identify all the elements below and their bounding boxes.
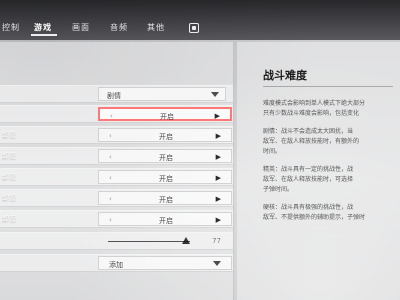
description-line: 硬核：战斗具有极强的挑战性，战	[263, 204, 354, 211]
description-line: 敌军、在敌人释放技能时，可选择	[263, 176, 354, 183]
setting-value: 开启	[159, 196, 173, 204]
tab-audio[interactable]: 音频	[110, 22, 128, 33]
setting-row: 卸管 ‹ 开启 ▶	[0, 126, 233, 144]
description-line: 敌军、在敌人释放技能时，有额外的	[263, 138, 360, 145]
difficulty-dropdown[interactable]: 剧情	[98, 87, 226, 101]
setting-label: 卸管	[2, 152, 16, 160]
tab-other[interactable]: 其他	[147, 22, 165, 33]
chevron-right-icon[interactable]: ▶	[216, 195, 221, 203]
setting-label: 卸管	[2, 215, 16, 223]
difficulty-dropdown-row: 剧情	[0, 85, 233, 103]
setting-toggle-selector[interactable]: ‹ 开启 ▶	[98, 191, 232, 205]
description-title: 战斗难度	[263, 69, 307, 82]
setting-label: 卸管	[2, 131, 16, 139]
chevron-down-icon	[211, 92, 219, 97]
setting-value: 开启	[159, 217, 173, 225]
setting-row: 卸管 ‹ 开启 ▶	[0, 189, 233, 207]
chevron-right-icon[interactable]: ▶	[216, 216, 221, 224]
setting-label: 卸管	[2, 194, 16, 202]
slider-thumb[interactable]	[181, 237, 190, 244]
settings-icon[interactable]	[189, 23, 199, 33]
description-line: 精英：战斗具有一定的挑战性，战	[263, 166, 354, 173]
setting-toggle-selector[interactable]: ‹ 开启 ▶	[98, 170, 232, 184]
difficulty-dropdown-value: 剧情	[107, 92, 121, 100]
setting-toggle-selector[interactable]: ‹ 开启 ▶	[98, 149, 232, 163]
slider-row: 77	[0, 232, 233, 250]
setting-toggle-selector[interactable]: ‹ 开启 ▶	[98, 107, 232, 121]
tab-graphics[interactable]: 画面	[72, 22, 90, 33]
setting-row: 卸管 ‹ 开启 ▶	[0, 147, 233, 165]
description-line: 难度模式会影响到单人模式下绝大部分	[263, 100, 366, 107]
setting-value: 开启	[159, 175, 173, 183]
description-line: 子弹时间。	[263, 186, 294, 193]
description-divider	[263, 86, 393, 87]
tab-game[interactable]: 游戏	[34, 22, 52, 33]
description-line: 剧情：战斗不会造成太大困扰，当	[263, 128, 354, 135]
final-dropdown-row: 添加	[0, 254, 233, 272]
settings-list-panel: 剧情 ‹ 开启 ▶ 卸管 ‹ 开启 ▶ 卸管 ‹ 开启 ▶ 卸管 ‹ 开启 ▶ …	[0, 42, 234, 300]
final-dropdown-value: 添加	[109, 261, 123, 269]
description-line: 时间。	[263, 148, 282, 155]
chevron-down-icon	[213, 261, 221, 266]
setting-label: 卸管	[2, 173, 16, 181]
setting-row-highlighted: ‹ 开启 ▶	[0, 105, 233, 123]
slider-track[interactable]	[108, 241, 190, 242]
chevron-right-icon[interactable]: ▶	[216, 153, 221, 161]
slider-value: 77	[212, 237, 221, 245]
setting-toggle-selector[interactable]: ‹ 开启 ▶	[98, 128, 232, 142]
chevron-right-icon[interactable]: ▶	[216, 132, 221, 140]
setting-toggle-selector[interactable]: ‹ 开启 ▶	[98, 212, 232, 226]
setting-value: 开启	[159, 154, 173, 162]
description-line: 敌军、不提供额外的辅助提示，子弹时	[263, 214, 366, 221]
setting-row: 卸管 ‹ 开启 ▶	[0, 168, 233, 186]
setting-value: 开启	[159, 133, 173, 141]
description-panel: 战斗难度 难度模式会影响到单人模式下绝大部分 只有少数战斗难度会影响，包括变化 …	[237, 42, 400, 300]
setting-row: 卸管 ‹ 开启 ▶	[0, 210, 233, 228]
final-dropdown[interactable]: 添加	[98, 256, 232, 270]
tab-control[interactable]: 控制	[2, 22, 20, 33]
top-tab-bar: 控制 游戏 画面 音频 其他	[0, 0, 400, 40]
active-tab-underline	[31, 34, 57, 36]
chevron-right-icon[interactable]: ▶	[215, 112, 220, 120]
chevron-right-icon[interactable]: ▶	[216, 174, 221, 182]
description-line: 只有少数战斗难度会影响，包括变化	[263, 110, 360, 117]
